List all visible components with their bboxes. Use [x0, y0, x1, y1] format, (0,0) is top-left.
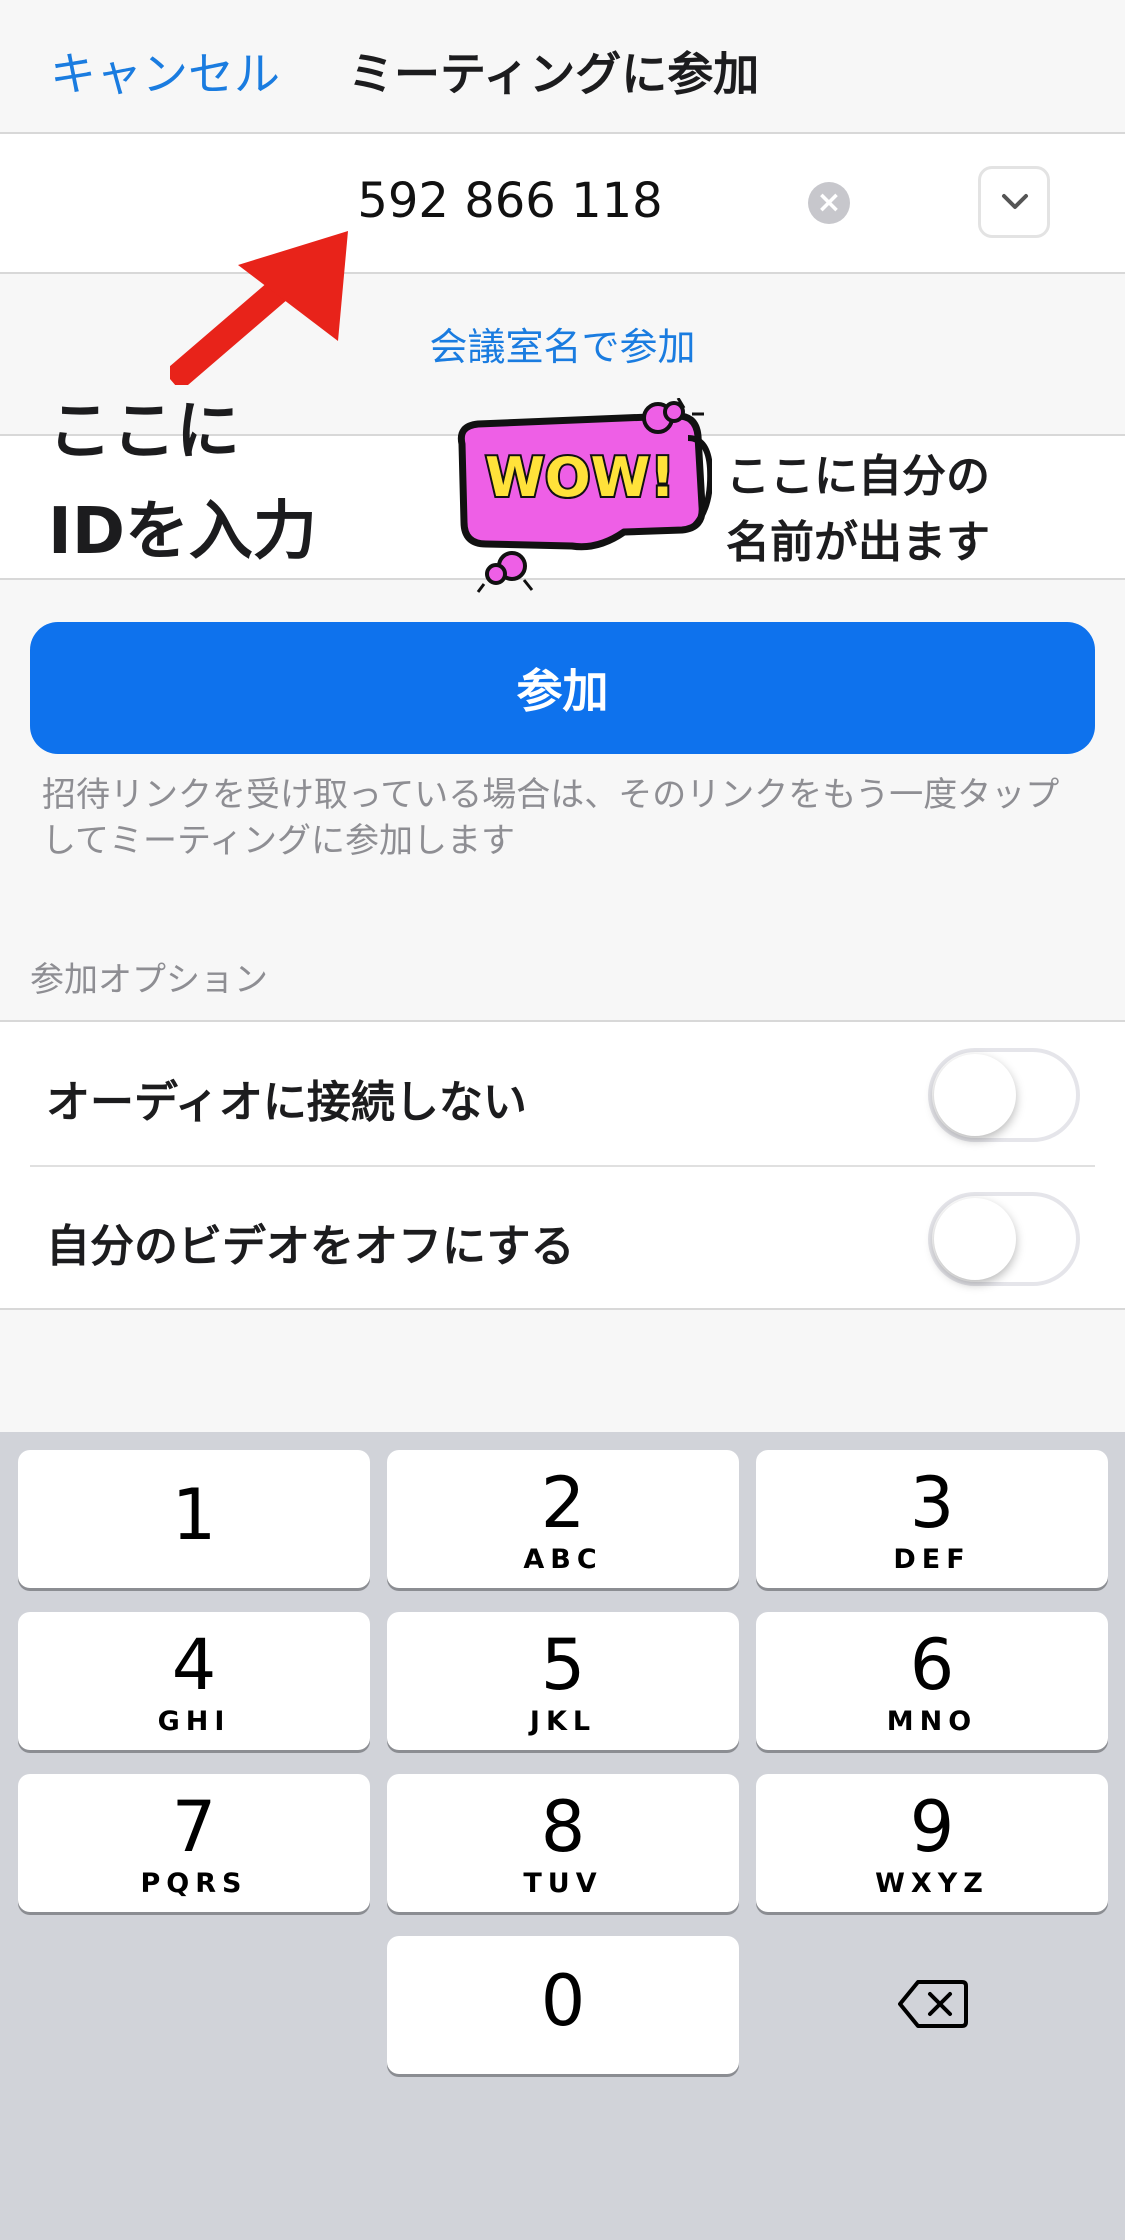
key-letters: JKL: [529, 1706, 597, 1737]
join-button[interactable]: 参加: [30, 622, 1095, 754]
key-digit: 6: [909, 1624, 955, 1706]
key-7[interactable]: 7 PQRS: [18, 1774, 370, 1912]
key-digit: 1: [171, 1474, 217, 1556]
key-letters: WXYZ: [875, 1868, 989, 1899]
key-3[interactable]: 3 DEF: [756, 1450, 1108, 1588]
key-digit: 4: [171, 1624, 217, 1706]
id-hint-annotation: ここに IDを入力: [48, 382, 348, 582]
id-hint-line: IDを入力: [48, 495, 317, 569]
invite-link-hint: 招待リンクを受け取っている場合は、そのリンクをもう一度タップしてミーティングに参…: [42, 775, 1060, 861]
key-letters: DEF: [893, 1544, 971, 1575]
toggle-no-audio[interactable]: [928, 1048, 1080, 1142]
name-hint-annotation: ここに自分の 名前が出ます: [726, 444, 1086, 576]
option-row-video: 自分のビデオをオフにする: [0, 1166, 1125, 1309]
meeting-id-row: ×: [0, 134, 1125, 274]
key-6[interactable]: 6 MNO: [756, 1612, 1108, 1750]
key-1[interactable]: 1: [18, 1450, 370, 1588]
name-hint-line: 名前が出ます: [726, 517, 990, 568]
key-digit: 9: [909, 1786, 955, 1868]
wow-text: WOW!: [485, 446, 675, 509]
options-section-header: 参加オプション: [30, 960, 268, 1000]
clear-icon[interactable]: ×: [808, 182, 850, 224]
history-dropdown-button[interactable]: [978, 166, 1050, 238]
wow-sticker: WOW!: [457, 398, 712, 593]
key-letters: TUV: [523, 1868, 603, 1899]
name-hint-line: ここに自分の: [726, 451, 990, 502]
page-title: ミーティングに参加: [348, 47, 760, 101]
numeric-keypad: 1 2 ABC 3 DEF 4 GHI 5 JKL 6 MNO 7 PQRS 8…: [0, 1432, 1125, 2240]
toggle-video-off[interactable]: [928, 1192, 1080, 1286]
backspace-icon: [898, 1980, 968, 2028]
option-label-video: 自分のビデオをオフにする: [46, 1221, 575, 1272]
id-hint-line: ここに: [48, 395, 240, 469]
key-5[interactable]: 5 JKL: [387, 1612, 739, 1750]
key-letters: GHI: [157, 1706, 231, 1737]
toggle-knob: [934, 1054, 1016, 1136]
key-4[interactable]: 4 GHI: [18, 1612, 370, 1750]
key-9[interactable]: 9 WXYZ: [756, 1774, 1108, 1912]
backspace-button[interactable]: [756, 1936, 1108, 2074]
chevron-down-icon: [1002, 194, 1028, 209]
key-digit: 5: [540, 1624, 586, 1706]
key-2[interactable]: 2 ABC: [387, 1450, 739, 1588]
toggle-knob: [934, 1198, 1016, 1280]
cancel-button[interactable]: キャンセル: [50, 38, 280, 104]
option-row-audio: オーディオに接続しない: [0, 1022, 1125, 1165]
key-digit: 0: [540, 1960, 586, 2042]
join-by-room-name-link[interactable]: 会議室名で参加: [0, 316, 1125, 371]
key-digit: 3: [909, 1462, 955, 1544]
options-group: オーディオに接続しない 自分のビデオをオフにする: [0, 1020, 1125, 1310]
key-letters: MNO: [886, 1706, 978, 1737]
key-8[interactable]: 8 TUV: [387, 1774, 739, 1912]
key-letters: ABC: [523, 1544, 603, 1575]
key-0[interactable]: 0: [387, 1936, 739, 2074]
key-digit: 2: [540, 1462, 586, 1544]
key-letters: PQRS: [140, 1868, 248, 1899]
option-label-audio: オーディオに接続しない: [46, 1077, 527, 1128]
key-digit: 8: [540, 1786, 586, 1868]
key-digit: 7: [171, 1786, 217, 1868]
arrow-annotation: [170, 231, 348, 385]
nav-header: キャンセル ミーティングに参加: [0, 0, 1125, 134]
